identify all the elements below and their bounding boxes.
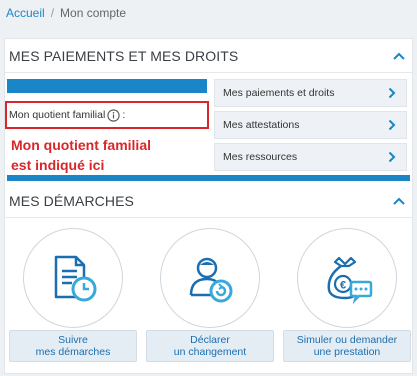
button-line-1: Suivre <box>58 334 88 346</box>
breadcrumb-separator: / <box>50 6 55 20</box>
breadcrumb-home-link[interactable]: Accueil <box>6 6 45 20</box>
panel-title: MES DÉMARCHES <box>9 192 134 209</box>
quotient-suffix: : <box>122 109 126 121</box>
money-bag-chat-icon[interactable]: € <box>297 228 397 328</box>
tile-declarer-changement: Déclarer un changement <box>146 228 274 362</box>
resources-link[interactable]: Mes ressources <box>214 143 407 171</box>
simuler-prestation-button[interactable]: Simuler ou demander une prestation <box>283 330 411 362</box>
annotation-line-2: est indiqué ici <box>11 157 105 173</box>
tile-suivre-demarches: Suivre mes démarches <box>9 228 137 362</box>
chevron-up-icon[interactable] <box>392 49 406 63</box>
demarches-header[interactable]: MES DÉMARCHES <box>5 184 412 218</box>
tile-simuler-prestation: € Simuler ou demander une prestation <box>283 228 411 362</box>
quotient-familial-field: Mon quotient familial : <box>5 101 209 129</box>
breadcrumb: Accueil / Mon compte <box>6 6 126 20</box>
document-clock-icon[interactable] <box>23 228 123 328</box>
declarer-changement-button[interactable]: Déclarer un changement <box>146 330 274 362</box>
link-label: Mes paiements et droits <box>223 87 335 99</box>
annotation-text: Mon quotient familial est indiqué ici <box>11 135 151 175</box>
user-refresh-icon[interactable] <box>160 228 260 328</box>
panel-title: MES PAIEMENTS ET MES DROITS <box>9 47 239 64</box>
quotient-label: Mon quotient familial <box>9 109 106 121</box>
panel-footer-bar <box>7 175 410 181</box>
button-line-1: Simuler ou demander <box>296 334 398 346</box>
quotient-header-bar <box>7 79 207 93</box>
svg-text:€: € <box>340 280 346 292</box>
button-line-1: Déclarer <box>190 334 230 346</box>
link-label: Mes ressources <box>223 151 298 163</box>
payments-rights-panel: MES PAIEMENTS ET MES DROITS Mon quotient… <box>4 38 413 186</box>
breadcrumb-current: Mon compte <box>60 6 127 20</box>
chevron-right-icon <box>388 151 398 163</box>
attestations-link[interactable]: Mes attestations <box>214 111 407 139</box>
demarches-panel: MES DÉMARCHES Suivre mes démarches Décla… <box>4 184 413 374</box>
chevron-right-icon <box>388 87 398 99</box>
payments-rights-link[interactable]: Mes paiements et droits <box>214 79 407 107</box>
link-label: Mes attestations <box>223 119 300 131</box>
button-line-2: mes démarches <box>35 346 111 358</box>
button-line-2: une prestation <box>313 346 381 358</box>
info-icon[interactable] <box>107 108 120 122</box>
chevron-up-icon[interactable] <box>392 194 406 208</box>
annotation-line-1: Mon quotient familial <box>11 137 151 153</box>
payments-rights-header[interactable]: MES PAIEMENTS ET MES DROITS <box>5 39 412 73</box>
suivre-demarches-button[interactable]: Suivre mes démarches <box>9 330 137 362</box>
button-line-2: un changement <box>173 346 247 358</box>
chevron-right-icon <box>388 119 398 131</box>
